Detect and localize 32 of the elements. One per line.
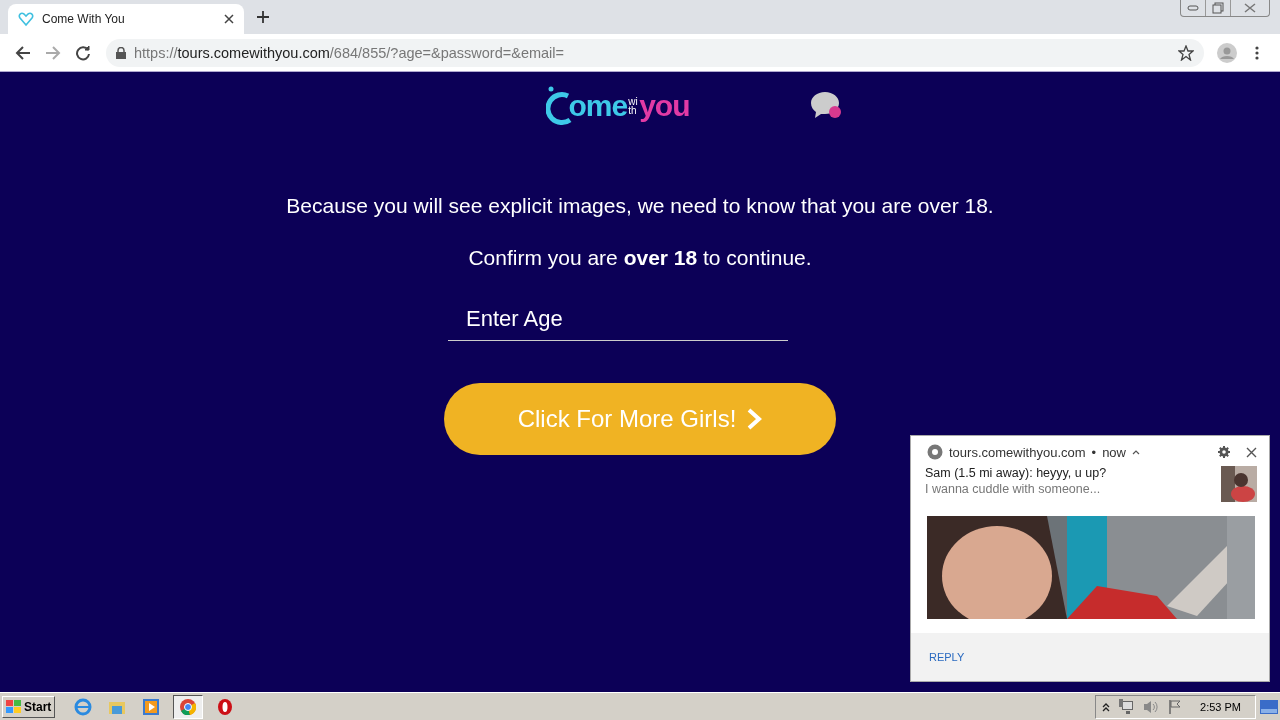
chat-icon[interactable] (809, 91, 844, 121)
separator-dot: • (1091, 444, 1097, 460)
flag-icon[interactable] (1168, 698, 1183, 715)
clock: 2:53 PM (1200, 700, 1241, 713)
speaker-icon[interactable] (1142, 698, 1161, 715)
age-input-field[interactable]: Enter Age (448, 298, 788, 341)
address-bar[interactable]: https://tours.comewithyou.com/684/855/?age=&password=&email= (106, 38, 1204, 67)
new-tab-icon[interactable] (256, 10, 270, 24)
close-icon[interactable] (224, 14, 234, 24)
windows-logo-icon (6, 699, 22, 714)
lock-icon (116, 46, 126, 59)
settings-icon[interactable] (1218, 446, 1230, 458)
heart-icon (18, 11, 34, 27)
reply-button[interactable]: REPLY (929, 651, 965, 663)
start-button[interactable]: Start (2, 695, 56, 718)
notification-time: now (1102, 444, 1126, 460)
notification-body: I wanna cuddle with someone... (925, 482, 1102, 496)
browser-icon (927, 444, 943, 460)
age-warning-text: Because you will see explicit images, we need to know that you are over 18. (286, 194, 994, 218)
chevron-up-icon[interactable] (1102, 701, 1111, 712)
star-icon[interactable] (1178, 44, 1194, 61)
close-icon[interactable] (1246, 446, 1257, 458)
caret-icon[interactable] (1132, 449, 1140, 455)
url-text: https://tours.comewithyou.com/684/855/?age=&password=&email= (134, 44, 566, 61)
chrome-icon[interactable] (173, 694, 204, 719)
chevron-right-icon (746, 408, 763, 430)
notification-origin: tours.comewithyou.com (949, 444, 1086, 460)
browser-tab[interactable]: Come With You (8, 4, 244, 34)
network-icon[interactable] (1118, 698, 1135, 715)
notification-title: Sam (1.5 mi away): heyyy, u up? (925, 466, 1108, 480)
confirm-text: Confirm you are over 18 to continue. (468, 246, 812, 270)
show-desktop-icon[interactable] (1260, 699, 1278, 714)
